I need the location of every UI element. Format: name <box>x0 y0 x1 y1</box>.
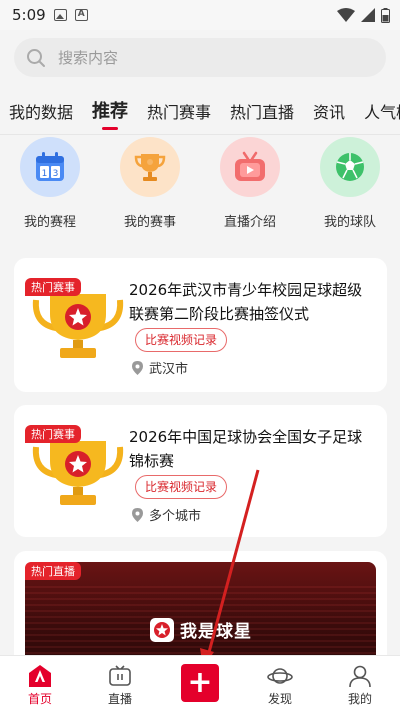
nav-live[interactable]: 直播 <box>80 656 160 711</box>
quick-label: 我的赛程 <box>23 215 76 230</box>
wifi-icon <box>337 8 355 22</box>
soccer-ball-icon <box>320 137 380 197</box>
home-icon <box>29 665 51 687</box>
nav-mine[interactable]: 我的 <box>320 656 400 711</box>
tab-news[interactable]: 资讯 <box>313 92 345 123</box>
location-pin-icon <box>132 507 143 522</box>
calendar-icon: 13 <box>20 137 80 197</box>
hot-event-badge: 热门赛事 <box>25 278 81 296</box>
search-bar[interactable] <box>14 38 386 77</box>
video-record-tag[interactable]: 比赛视频记录 <box>135 328 228 352</box>
status-time: 5:09 <box>12 6 46 24</box>
quick-my-schedule[interactable]: 13 我的赛程 <box>0 135 100 235</box>
quick-my-events[interactable]: 我的赛事 <box>100 135 200 235</box>
nav-label: 首页 <box>27 692 52 706</box>
event-title: 2026年中国足球协会全国女子足球锦标赛 <box>129 428 363 470</box>
tv-icon <box>220 137 280 197</box>
event-card[interactable]: 热门赛事 2026年武汉市青少年校园足球超级联赛第二阶段比赛抽签仪式 比赛视频记… <box>14 258 387 392</box>
location-text: 武汉市 <box>149 362 189 377</box>
event-card[interactable]: 热门赛事 2026年中国足球协会全国女子足球锦标赛 比赛视频记录 多个城市 <box>14 405 387 537</box>
hot-event-badge: 热门赛事 <box>25 425 81 443</box>
tab-hot-live[interactable]: 热门直播 <box>230 92 294 123</box>
logo-text: 我是球星 <box>180 622 252 642</box>
svg-text:3: 3 <box>53 169 59 179</box>
event-location: 武汉市 <box>132 358 188 377</box>
search-input[interactable] <box>58 48 338 67</box>
quick-label: 直播介绍 <box>223 215 276 230</box>
quick-label: 我的赛事 <box>123 215 176 230</box>
location-text: 多个城市 <box>149 509 202 524</box>
image-notification-icon <box>53 9 67 21</box>
trophy-icon <box>32 294 124 358</box>
search-icon <box>27 48 45 67</box>
tab-recommend[interactable]: 推荐 <box>92 92 128 123</box>
signal-icon <box>361 8 375 22</box>
nav-home[interactable]: 首页 <box>0 656 80 711</box>
user-icon <box>349 665 371 688</box>
nav-label: 我的 <box>347 692 372 706</box>
planet-icon <box>267 668 293 684</box>
tab-popularity[interactable]: 人气榜 <box>364 92 400 123</box>
quick-actions: 13 我的赛程 我的赛事 直播介绍 我的球队 <box>0 135 400 235</box>
category-tabs: 我的数据 推荐 热门赛事 热门直播 资讯 人气榜 <box>0 92 400 132</box>
svg-text:1: 1 <box>42 169 48 179</box>
quick-label: 我的球队 <box>323 215 376 230</box>
nav-label: 发现 <box>267 692 292 706</box>
location-pin-icon <box>132 360 143 375</box>
hot-live-badge: 热门直播 <box>25 562 81 580</box>
event-title: 2026年武汉市青少年校园足球超级联赛第二阶段比赛抽签仪式 <box>129 281 363 323</box>
video-record-tag[interactable]: 比赛视频记录 <box>135 475 228 499</box>
quick-my-team[interactable]: 我的球队 <box>300 135 400 235</box>
app-logo: 我是球星 <box>150 617 252 642</box>
nav-discover[interactable]: 发现 <box>240 656 320 711</box>
battery-icon <box>381 7 390 23</box>
tab-my-data[interactable]: 我的数据 <box>9 92 73 123</box>
add-button[interactable]: + <box>181 664 219 702</box>
nav-label: 直播 <box>107 692 132 706</box>
logo-star-icon <box>150 617 174 642</box>
quick-live-intro[interactable]: 直播介绍 <box>200 135 300 235</box>
trophy-icon <box>120 137 180 197</box>
tab-hot-events[interactable]: 热门赛事 <box>147 92 211 123</box>
a-notification-icon: A <box>74 9 88 21</box>
live-card[interactable]: 我是球星 热门直播 <box>14 551 387 671</box>
tv-icon <box>109 665 131 686</box>
event-location: 多个城市 <box>132 505 201 524</box>
trophy-icon <box>32 441 124 505</box>
status-bar: 5:09 A <box>0 0 400 30</box>
